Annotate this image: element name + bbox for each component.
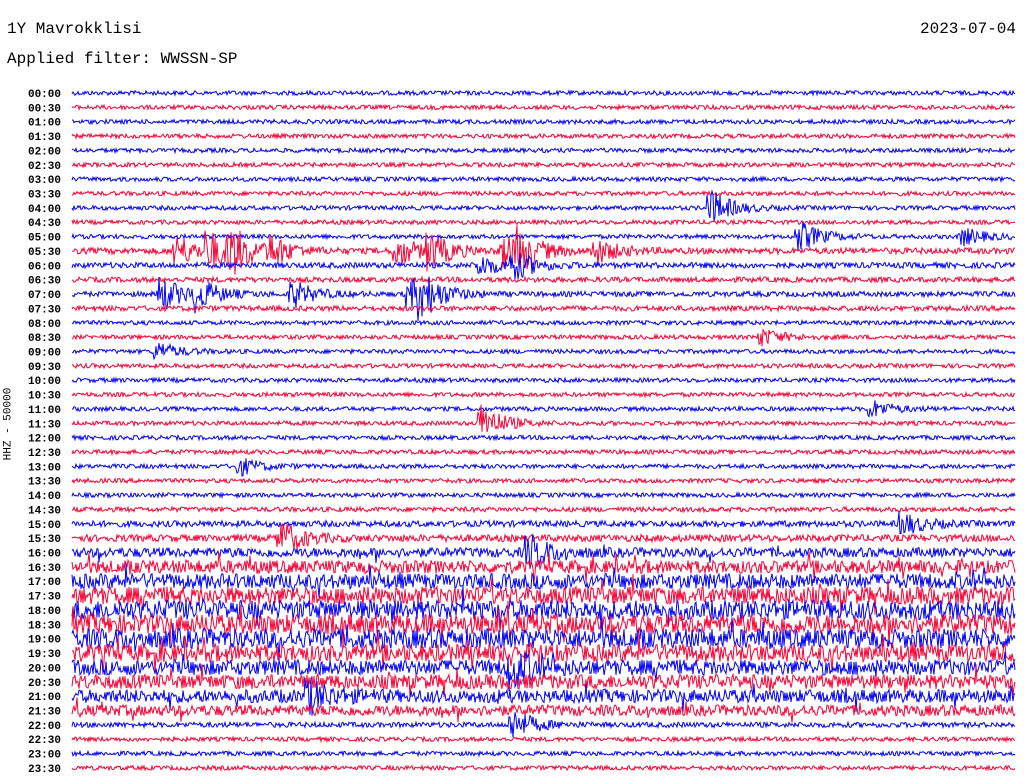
row-time-label: 02:00	[28, 146, 61, 158]
trace-row-0330	[71, 189, 1016, 198]
row-time-label: 23:30	[28, 764, 61, 776]
row-time-label: 21:00	[28, 692, 61, 704]
trace-row-1530	[71, 523, 1016, 550]
trace-row-0700	[71, 276, 1016, 322]
trace-row-1030	[71, 390, 1016, 399]
row-time-label: 02:30	[28, 161, 61, 173]
trace-row-2230	[71, 735, 1016, 744]
row-time-label: 00:00	[28, 89, 61, 101]
row-time-label: 18:30	[28, 620, 61, 632]
trace-row-0230	[72, 160, 1016, 169]
row-time-label: 20:00	[28, 663, 61, 675]
row-time-label: 22:00	[28, 721, 61, 733]
trace-row-0430	[71, 218, 1016, 227]
row-time-label: 09:30	[28, 362, 61, 374]
seismogram-traces: 00:00 00:30 01:00 01:30 02:00 02:30 03:00 03:30…	[28, 89, 1016, 776]
row-time-label: 08:30	[28, 333, 61, 345]
helicorder-plot: 1Y Mavrokklisi 2023-07-04 Applied filter…	[0, 0, 1024, 780]
row-time-label: 16:30	[28, 563, 61, 575]
trace-row-0900	[71, 342, 1016, 361]
row-time-label: 00:30	[28, 103, 61, 115]
row-time-label: 04:30	[28, 218, 61, 230]
trace-row-1330	[71, 476, 1016, 485]
trace-row-1430	[71, 505, 1016, 514]
row-time-label: 09:00	[28, 347, 61, 359]
trace-row-1100	[71, 400, 1016, 418]
row-time-label: 17:00	[28, 577, 61, 589]
trace-row-0200	[71, 146, 1016, 155]
row-time-label: 03:00	[28, 175, 61, 187]
trace-row-2300	[71, 749, 1016, 758]
row-time-label: 08:00	[28, 319, 61, 331]
row-time-label: 13:30	[28, 477, 61, 489]
row-time-label: 18:00	[28, 606, 61, 618]
row-time-label: 07:00	[28, 290, 61, 302]
row-time-label: 06:30	[28, 276, 61, 288]
row-time-label: 05:00	[28, 233, 61, 245]
row-time-label: 05:30	[28, 247, 61, 259]
trace-row-2330	[71, 763, 1016, 772]
row-time-label: 16:00	[28, 549, 61, 561]
row-time-label: 11:00	[28, 405, 61, 417]
trace-row-0930	[71, 361, 1016, 370]
row-time-label: 11:30	[28, 419, 61, 431]
row-time-label: 17:30	[28, 592, 61, 604]
trace-row-0800	[71, 318, 1016, 327]
row-time-label: 14:00	[28, 491, 61, 503]
row-time-label: 23:00	[28, 750, 61, 762]
trace-row-0630	[71, 275, 1016, 285]
trace-row-0100	[71, 117, 1016, 126]
row-time-label: 01:00	[28, 118, 61, 130]
row-time-label: 15:00	[28, 520, 61, 532]
row-time-label: 10:30	[28, 391, 61, 403]
row-time-label: 10:00	[28, 376, 61, 388]
trace-row-0300	[71, 175, 1016, 184]
trace-row-0000	[71, 89, 1016, 97]
trace-row-0830	[71, 328, 1016, 347]
trace-row-0730	[71, 303, 1016, 313]
row-time-label: 19:30	[28, 649, 61, 661]
row-time-label: 06:00	[28, 261, 61, 273]
trace-row-0130	[71, 132, 1016, 141]
row-time-label: 03:30	[28, 190, 61, 202]
trace-row-0030	[71, 103, 1016, 112]
row-time-label: 12:00	[28, 434, 61, 446]
row-time-label: 04:00	[28, 204, 61, 216]
trace-row-2200	[71, 712, 1016, 738]
trace-row-0530	[71, 225, 1016, 275]
row-time-label: 01:30	[28, 132, 61, 144]
row-time-label: 22:30	[28, 735, 61, 747]
row-time-label: 13:00	[28, 462, 61, 474]
trace-row-1230	[71, 447, 1016, 457]
trace-row-1300	[71, 458, 1016, 477]
row-time-label: 19:00	[28, 635, 61, 647]
trace-row-1500	[71, 511, 1016, 535]
trace-row-1000	[71, 376, 1016, 385]
row-time-label: 21:30	[28, 706, 61, 718]
row-time-label: 20:30	[28, 678, 61, 690]
trace-row-1400	[71, 491, 1016, 500]
row-time-label: 12:30	[28, 448, 61, 460]
row-time-label: 15:30	[28, 534, 61, 546]
row-time-label: 14:30	[28, 505, 61, 517]
row-time-label: 07:30	[28, 304, 61, 316]
trace-row-1200	[71, 433, 1016, 442]
